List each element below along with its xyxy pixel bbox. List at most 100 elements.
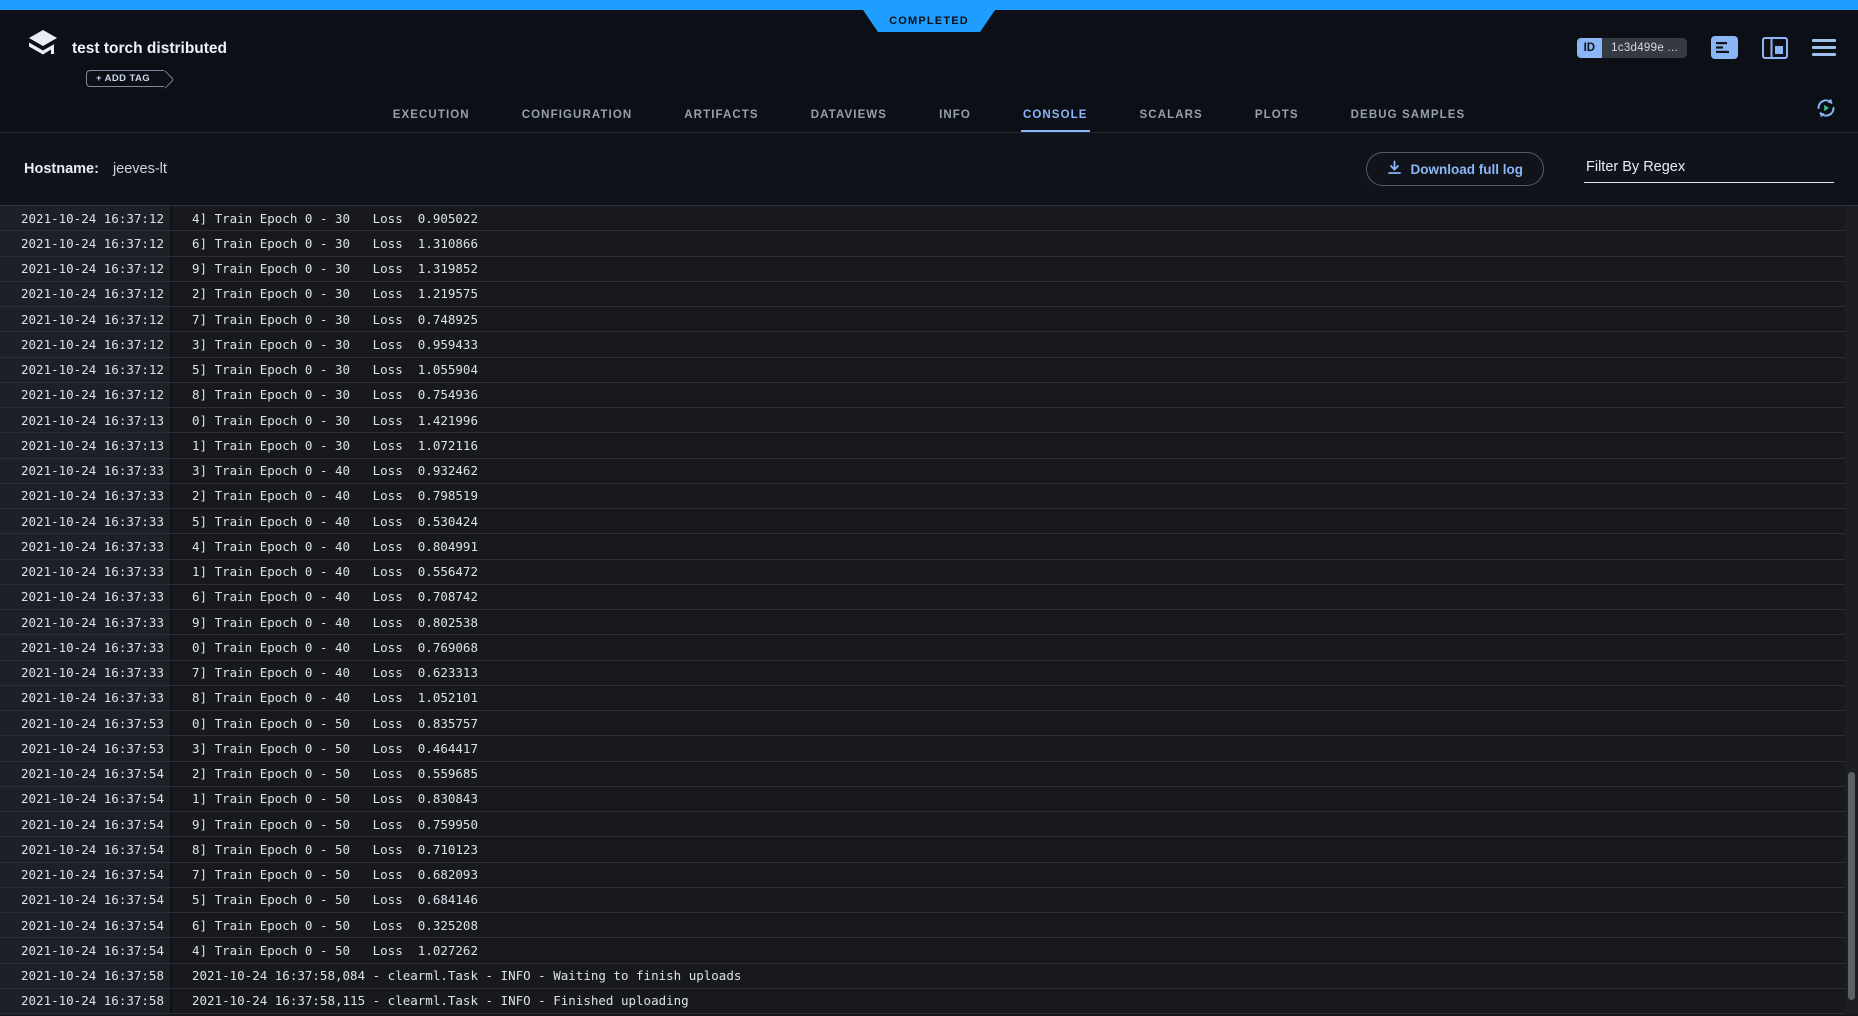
log-timestamp: 2021-10-24 16:37:53 [0,736,172,760]
log-timestamp: 2021-10-24 16:37:12 [0,358,172,382]
log-timestamp: 2021-10-24 16:37:12 [0,282,172,306]
log-message: 3] Train Epoch 0 - 50 Loss 0.464417 [172,736,478,760]
auto-refresh-icon[interactable] [1814,96,1838,125]
log-timestamp: 2021-10-24 16:37:33 [0,610,172,634]
download-icon [1387,160,1402,178]
log-message: 7] Train Epoch 0 - 40 Loss 0.623313 [172,661,478,685]
log-message: 0] Train Epoch 0 - 40 Loss 0.769068 [172,635,478,659]
log-timestamp: 2021-10-24 16:37:12 [0,383,172,407]
log-timestamp: 2021-10-24 16:37:33 [0,560,172,584]
console-toolbar: Hostname: jeeves-lt Download full log [0,133,1858,206]
add-tag-button[interactable]: + ADD TAG [86,70,164,87]
log-message: 1] Train Epoch 0 - 30 Loss 1.072116 [172,433,478,457]
log-row: 2021-10-24 16:37:122] Train Epoch 0 - 30… [0,282,1845,307]
tab-debug-samples[interactable]: DEBUG SAMPLES [1349,109,1468,132]
status-badge-label: COMPLETED [889,15,969,27]
log-row: 2021-10-24 16:37:544] Train Epoch 0 - 50… [0,938,1845,963]
log-timestamp: 2021-10-24 16:37:54 [0,837,172,861]
tab-plots[interactable]: PLOTS [1253,109,1301,132]
log-row: 2021-10-24 16:37:126] Train Epoch 0 - 30… [0,231,1845,256]
split-view-icon[interactable] [1762,37,1788,59]
log-row: 2021-10-24 16:37:546] Train Epoch 0 - 50… [0,913,1845,938]
console-log: 2021-10-24 16:37:124] Train Epoch 0 - 30… [0,206,1858,1014]
log-timestamp: 2021-10-24 16:37:54 [0,787,172,811]
log-row: 2021-10-24 16:37:124] Train Epoch 0 - 30… [0,206,1845,231]
log-row: 2021-10-24 16:37:130] Train Epoch 0 - 30… [0,408,1845,433]
log-row: 2021-10-24 16:37:542] Train Epoch 0 - 50… [0,762,1845,787]
log-message: 5] Train Epoch 0 - 40 Loss 0.530424 [172,509,478,533]
log-timestamp: 2021-10-24 16:37:12 [0,257,172,281]
log-message: 3] Train Epoch 0 - 40 Loss 0.932462 [172,459,478,483]
log-timestamp: 2021-10-24 16:37:12 [0,206,172,230]
log-message: 5] Train Epoch 0 - 50 Loss 0.684146 [172,888,478,912]
log-row: 2021-10-24 16:37:123] Train Epoch 0 - 30… [0,332,1845,357]
log-timestamp: 2021-10-24 16:37:13 [0,408,172,432]
log-row: 2021-10-24 16:37:131] Train Epoch 0 - 30… [0,433,1845,458]
hostname-value: jeeves-lt [113,161,167,177]
log-timestamp: 2021-10-24 16:37:54 [0,888,172,912]
log-row: 2021-10-24 16:37:330] Train Epoch 0 - 40… [0,635,1845,660]
log-row: 2021-10-24 16:37:533] Train Epoch 0 - 50… [0,736,1845,761]
log-timestamp: 2021-10-24 16:37:33 [0,509,172,533]
add-tag-label: + ADD TAG [96,73,150,84]
log-message: 1] Train Epoch 0 - 50 Loss 0.830843 [172,787,478,811]
log-timestamp: 2021-10-24 16:37:13 [0,433,172,457]
log-message: 2] Train Epoch 0 - 40 Loss 0.798519 [172,484,478,508]
log-rows: 2021-10-24 16:37:124] Train Epoch 0 - 30… [0,206,1845,1014]
log-message: 7] Train Epoch 0 - 50 Loss 0.682093 [172,863,478,887]
log-message: 4] Train Epoch 0 - 50 Loss 1.027262 [172,938,478,962]
log-message: 4] Train Epoch 0 - 40 Loss 0.804991 [172,534,478,558]
log-row: 2021-10-24 16:37:336] Train Epoch 0 - 40… [0,585,1845,610]
log-timestamp: 2021-10-24 16:37:54 [0,762,172,786]
log-message: 6] Train Epoch 0 - 30 Loss 1.310866 [172,231,478,255]
tab-execution[interactable]: EXECUTION [391,109,472,132]
tab-scalars[interactable]: SCALARS [1138,109,1205,132]
log-row: 2021-10-24 16:37:125] Train Epoch 0 - 30… [0,358,1845,383]
filter-regex-input[interactable] [1584,155,1834,183]
tab-configuration[interactable]: CONFIGURATION [520,109,635,132]
log-row: 2021-10-24 16:37:338] Train Epoch 0 - 40… [0,686,1845,711]
tab-info[interactable]: INFO [937,109,973,132]
experiment-logo-icon [24,28,62,67]
id-badge[interactable]: ID 1c3d499e ... [1577,38,1687,58]
scrollbar-track[interactable] [1845,206,1858,1014]
log-row: 2021-10-24 16:37:333] Train Epoch 0 - 40… [0,459,1845,484]
log-message: 9] Train Epoch 0 - 50 Loss 0.759950 [172,812,478,836]
log-timestamp: 2021-10-24 16:37:12 [0,307,172,331]
status-color-strip [0,0,1858,10]
log-message: 8] Train Epoch 0 - 30 Loss 0.754936 [172,383,478,407]
log-row: 2021-10-24 16:37:331] Train Epoch 0 - 40… [0,560,1845,585]
log-row: 2021-10-24 16:37:547] Train Epoch 0 - 50… [0,863,1845,888]
log-row: 2021-10-24 16:37:548] Train Epoch 0 - 50… [0,837,1845,862]
download-full-log-button[interactable]: Download full log [1366,152,1544,186]
log-message: 0] Train Epoch 0 - 30 Loss 1.421996 [172,408,478,432]
tab-console[interactable]: CONSOLE [1021,109,1090,132]
tab-artifacts[interactable]: ARTIFACTS [682,109,760,132]
log-timestamp: 2021-10-24 16:37:58 [0,989,172,1013]
details-toggle-icon[interactable] [1711,36,1738,59]
log-timestamp: 2021-10-24 16:37:12 [0,332,172,356]
status-badge: COMPLETED [863,10,995,32]
experiment-title: test torch distributed [72,40,227,58]
log-message: 9] Train Epoch 0 - 30 Loss 1.319852 [172,257,478,281]
log-message: 6] Train Epoch 0 - 50 Loss 0.325208 [172,913,478,937]
log-row: 2021-10-24 16:37:332] Train Epoch 0 - 40… [0,484,1845,509]
log-timestamp: 2021-10-24 16:37:12 [0,231,172,255]
menu-icon[interactable] [1812,39,1836,56]
tab-dataviews[interactable]: DATAVIEWS [809,109,889,132]
log-timestamp: 2021-10-24 16:37:33 [0,686,172,710]
log-row: 2021-10-24 16:37:334] Train Epoch 0 - 40… [0,534,1845,559]
log-row: 2021-10-24 16:37:127] Train Epoch 0 - 30… [0,307,1845,332]
log-timestamp: 2021-10-24 16:37:33 [0,459,172,483]
log-message: 0] Train Epoch 0 - 50 Loss 0.835757 [172,711,478,735]
log-timestamp: 2021-10-24 16:37:33 [0,661,172,685]
download-full-log-label: Download full log [1411,162,1523,177]
log-timestamp: 2021-10-24 16:37:54 [0,863,172,887]
log-message: 9] Train Epoch 0 - 40 Loss 0.802538 [172,610,478,634]
log-message: 7] Train Epoch 0 - 30 Loss 0.748925 [172,307,478,331]
log-timestamp: 2021-10-24 16:37:33 [0,585,172,609]
tab-bar: EXECUTION CONFIGURATION ARTIFACTS DATAVIEWS… [0,109,1858,132]
log-timestamp: 2021-10-24 16:37:33 [0,484,172,508]
log-row: 2021-10-24 16:37:339] Train Epoch 0 - 40… [0,610,1845,635]
scrollbar-thumb[interactable] [1848,772,1855,1000]
